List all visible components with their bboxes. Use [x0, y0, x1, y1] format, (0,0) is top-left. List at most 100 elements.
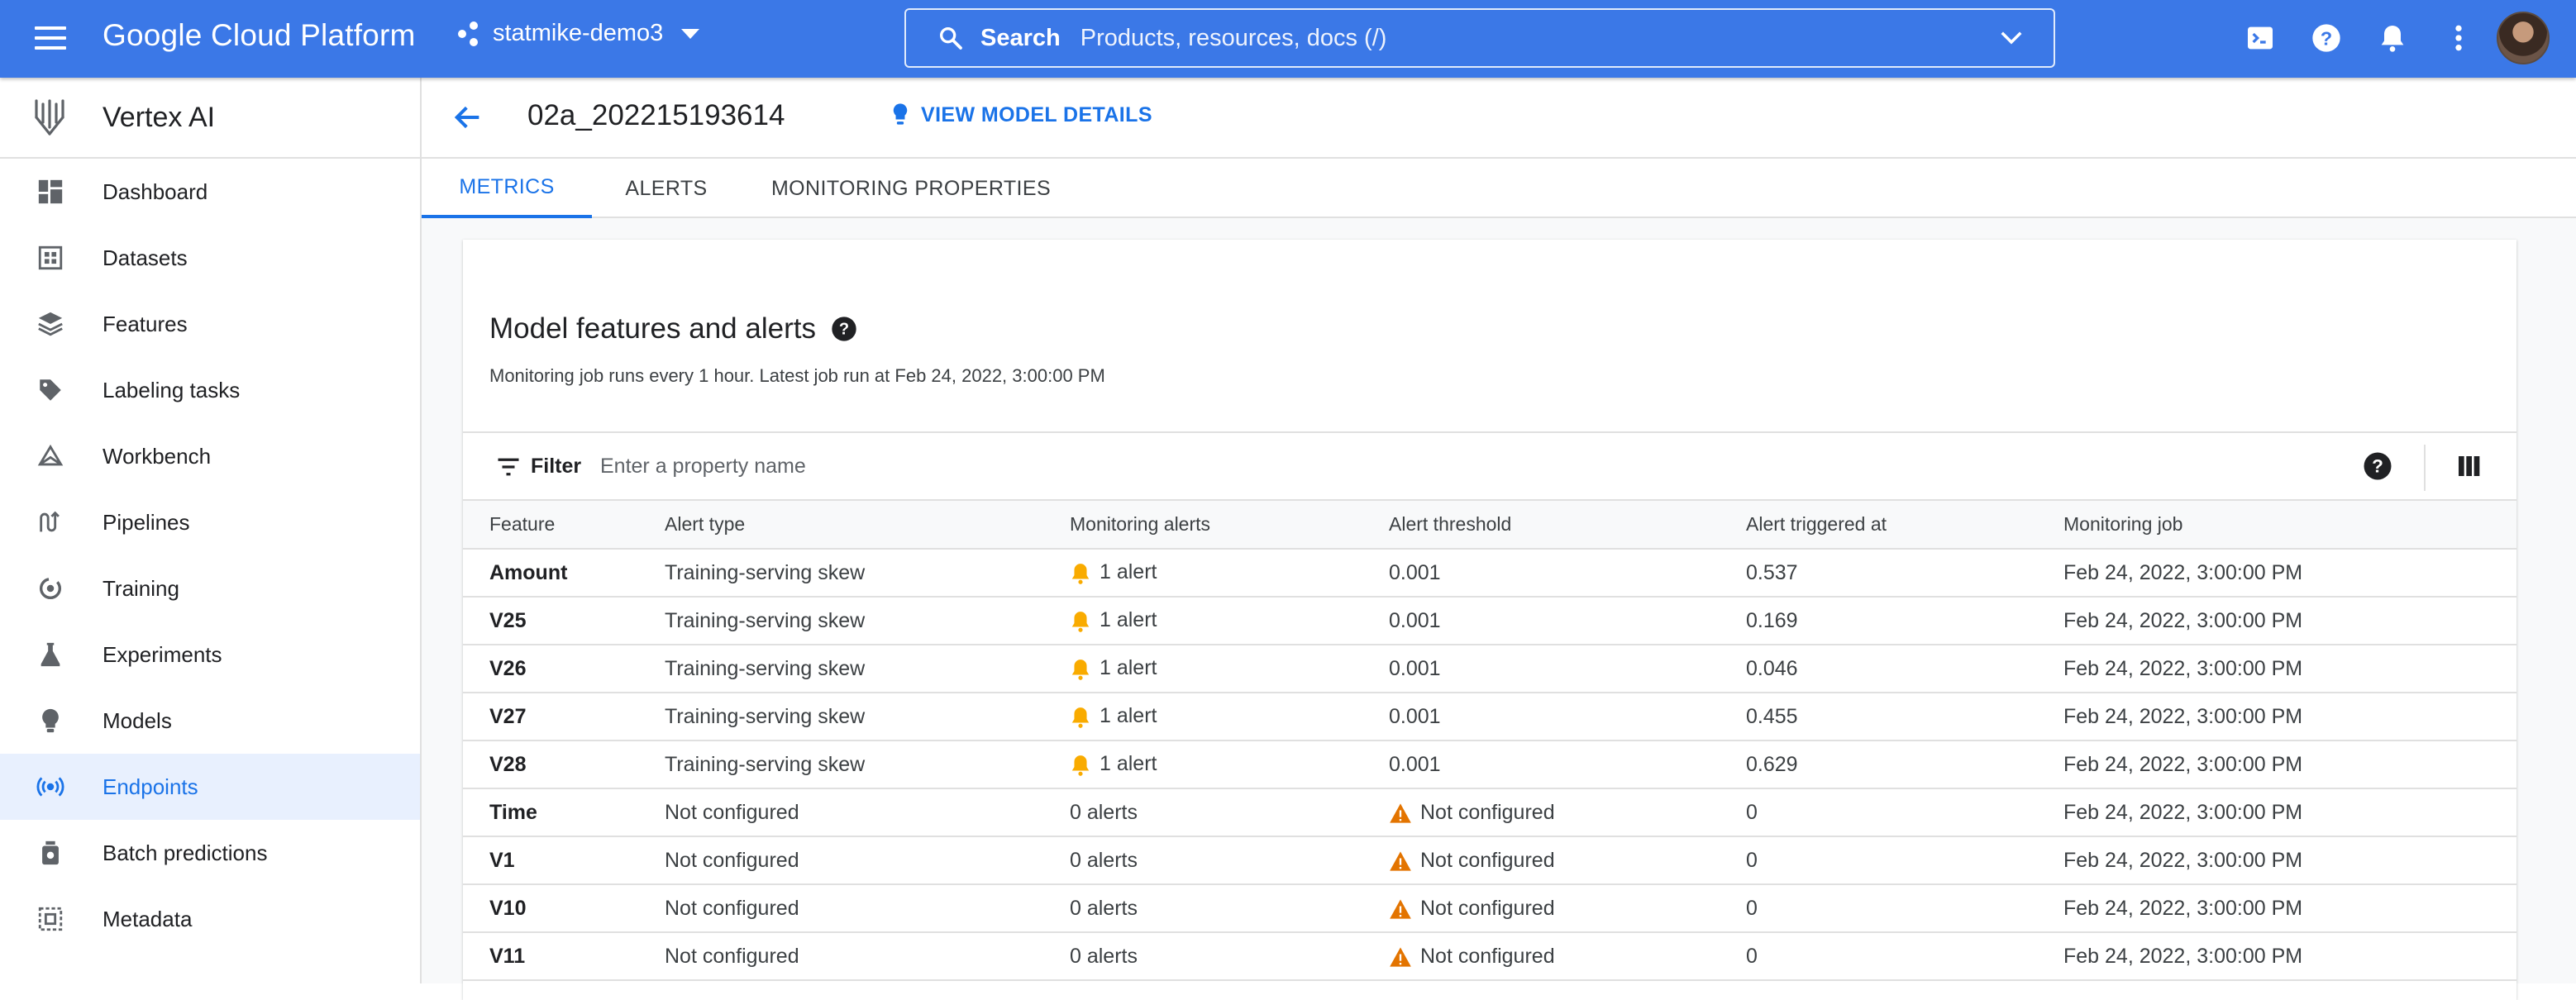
sidebar-item-pipelines[interactable]: Pipelines [0, 489, 420, 555]
column-header-monitoring-alerts[interactable]: Monitoring alerts [1070, 501, 1389, 550]
column-header-alert-type[interactable]: Alert type [665, 501, 1070, 550]
table-row[interactable]: V1 Not configured 0 alerts Not configured 0 F… [463, 836, 2516, 885]
project-icon [458, 21, 479, 46]
sidebar-item-dashboard[interactable]: Dashboard [0, 159, 420, 225]
table-row[interactable]: V26 Training-serving skew 1 alert 0.001 0.04… [463, 645, 2516, 693]
table-row[interactable]: V11 Not configured 0 alerts Not configured 0… [463, 932, 2516, 981]
sidebar-item-training[interactable]: Training [0, 555, 420, 621]
alert-triggered-cell: 0.537 [1746, 549, 2063, 598]
monitoring-job-cell: Feb 24, 2022, 3:00:00 PM [2063, 932, 2516, 981]
avatar[interactable] [2497, 12, 2550, 64]
alert-triggered-cell-text: 0 [1746, 944, 1758, 968]
sidebar-item-endpoints[interactable]: Endpoints [0, 754, 420, 820]
filter-input[interactable] [600, 448, 1923, 484]
monitoring-job-cell: Feb 24, 2022, 3:00:00 PM [2063, 788, 2516, 837]
alert-triggered-cell-text: 0.455 [1746, 704, 1798, 728]
table-row[interactable]: V27 Training-serving skew 1 alert 0.001 0.45… [463, 693, 2516, 741]
sidebar-item-workbench[interactable]: Workbench [0, 423, 420, 489]
chevron-down-icon[interactable] [1999, 28, 2024, 48]
tab-alerts[interactable]: ALERTS [592, 159, 741, 218]
column-header-monitoring-job[interactable]: Monitoring job [2063, 501, 2516, 550]
table-row[interactable]: V25 Training-serving skew 1 alert 0.001 0.16… [463, 597, 2516, 645]
sidebar-nav: Dashboard Datasets Features Labeling tasks W… [0, 159, 420, 952]
dashboard-icon [36, 178, 64, 206]
alert-type-cell-text: Not configured [665, 944, 799, 968]
filter-icon[interactable] [496, 456, 521, 478]
sidebar-item-label: Metadata [103, 906, 193, 931]
column-header-feature[interactable]: Feature [463, 501, 665, 550]
monitoring-alerts-cell: 0 alerts [1070, 932, 1389, 981]
back-arrow-icon[interactable] [451, 101, 484, 134]
card-subtitle: Monitoring job runs every 1 hour. Latest… [489, 365, 1105, 386]
alert-threshold-cell-text: 0.001 [1389, 608, 1441, 632]
feature-cell-text: V11 [489, 944, 526, 968]
datasets-icon [36, 244, 64, 272]
warning-icon [1389, 945, 1420, 968]
cloud-shell-icon[interactable] [2244, 21, 2277, 55]
alert-threshold-cell: 0.001 [1389, 645, 1746, 693]
monitoring-alerts-cell: 1 alert [1070, 645, 1389, 693]
page-title: 02a_202215193614 [527, 99, 785, 131]
view-model-details-button[interactable]: VIEW MODEL DETAILS [891, 102, 1152, 127]
monitoring-alerts-cell-text: 0 alerts [1070, 848, 1138, 872]
caret-down-icon [681, 28, 700, 39]
training-icon [36, 574, 64, 602]
more-vert-icon[interactable] [2442, 21, 2475, 55]
alert-type-cell-text: Training-serving skew [665, 560, 866, 584]
alert-threshold-cell: Not configured [1389, 932, 1746, 981]
sidebar-item-features[interactable]: Features [0, 291, 420, 357]
menu-icon[interactable] [35, 26, 66, 50]
table-row[interactable]: V10 Not configured 0 alerts Not configured 0… [463, 884, 2516, 933]
sidebar-item-datasets[interactable]: Datasets [0, 225, 420, 291]
bell-icon [1070, 656, 1100, 680]
search-bar[interactable]: Search Products, resources, docs (/) [904, 8, 2055, 68]
tab-metrics[interactable]: METRICS [422, 159, 592, 218]
table-row[interactable]: V28 Training-serving skew 1 alert 0.001 0.62… [463, 740, 2516, 789]
notifications-icon[interactable] [2376, 21, 2409, 55]
svg-text:?: ? [2321, 27, 2332, 49]
sidebar-item-models[interactable]: Models [0, 688, 420, 754]
alert-triggered-cell-text: 0 [1746, 800, 1758, 824]
view-model-details-label: VIEW MODEL DETAILS [921, 102, 1152, 126]
help-icon[interactable]: ? [831, 316, 857, 342]
table-row[interactable]: Time Not configured 0 alerts Not configured… [463, 788, 2516, 837]
feature-cell: V27 [463, 693, 665, 741]
column-display-icon[interactable] [2455, 453, 2482, 479]
project-selector[interactable]: statmike-demo3 [458, 20, 700, 47]
feature-cell: V28 [463, 740, 665, 789]
sidebar-item-experiments[interactable]: Experiments [0, 621, 420, 688]
table-row[interactable]: Amount Training-serving skew 1 alert 0.001 0… [463, 549, 2516, 598]
sidebar-item-metadata[interactable]: Metadata [0, 886, 420, 952]
alert-triggered-cell: 0 [1746, 788, 2063, 837]
column-header-alert-threshold[interactable]: Alert threshold [1389, 501, 1746, 550]
monitoring-job-cell-text: Feb 24, 2022, 3:00:00 PM [2063, 560, 2303, 584]
feature-cell: V11 [463, 932, 665, 981]
lightbulb-icon [893, 103, 908, 125]
alert-threshold-cell: Not configured [1389, 788, 1746, 837]
top-app-bar: Google Cloud Platform statmike-demo3 Sea… [0, 0, 2576, 78]
alert-type-cell-text: Training-serving skew [665, 656, 866, 680]
filter-label: Filter [531, 455, 582, 478]
bell-icon [1070, 704, 1100, 728]
feature-cell-text: V10 [489, 896, 527, 920]
column-header-alert-triggered-at[interactable]: Alert triggered at [1746, 501, 2063, 550]
features-table: Feature Alert type Monitoring alerts Ale… [463, 501, 2516, 981]
help-icon[interactable]: ? [2363, 451, 2392, 481]
alert-threshold-cell: 0.001 [1389, 549, 1746, 598]
monitoring-alerts-cell-text: 1 alert [1100, 608, 1157, 632]
card-title: Model features and alerts ? [489, 312, 857, 345]
app-brand[interactable]: Google Cloud Platform [103, 18, 416, 53]
sidebar-item-batch-predictions[interactable]: Batch predictions [0, 820, 420, 886]
alert-type-cell-text: Training-serving skew [665, 608, 866, 632]
main-content: 02a_202215193614 VIEW MODEL DETAILS METR… [422, 78, 2576, 1000]
alert-threshold-cell-text: Not configured [1420, 800, 1555, 824]
sidebar-item-label: Dashboard [103, 179, 208, 204]
help-icon[interactable]: ? [2310, 21, 2343, 55]
tab-monitoring-properties[interactable]: MONITORING PROPERTIES [741, 159, 1081, 218]
alert-threshold-cell-text: Not configured [1420, 944, 1555, 968]
tab-bar: METRICS ALERTS MONITORING PROPERTIES [422, 159, 2576, 218]
alert-triggered-cell-text: 0 [1746, 848, 1758, 872]
sidebar-item-labeling-tasks[interactable]: Labeling tasks [0, 357, 420, 423]
alert-triggered-cell: 0 [1746, 884, 2063, 933]
monitoring-alerts-cell-text: 1 alert [1100, 704, 1157, 728]
